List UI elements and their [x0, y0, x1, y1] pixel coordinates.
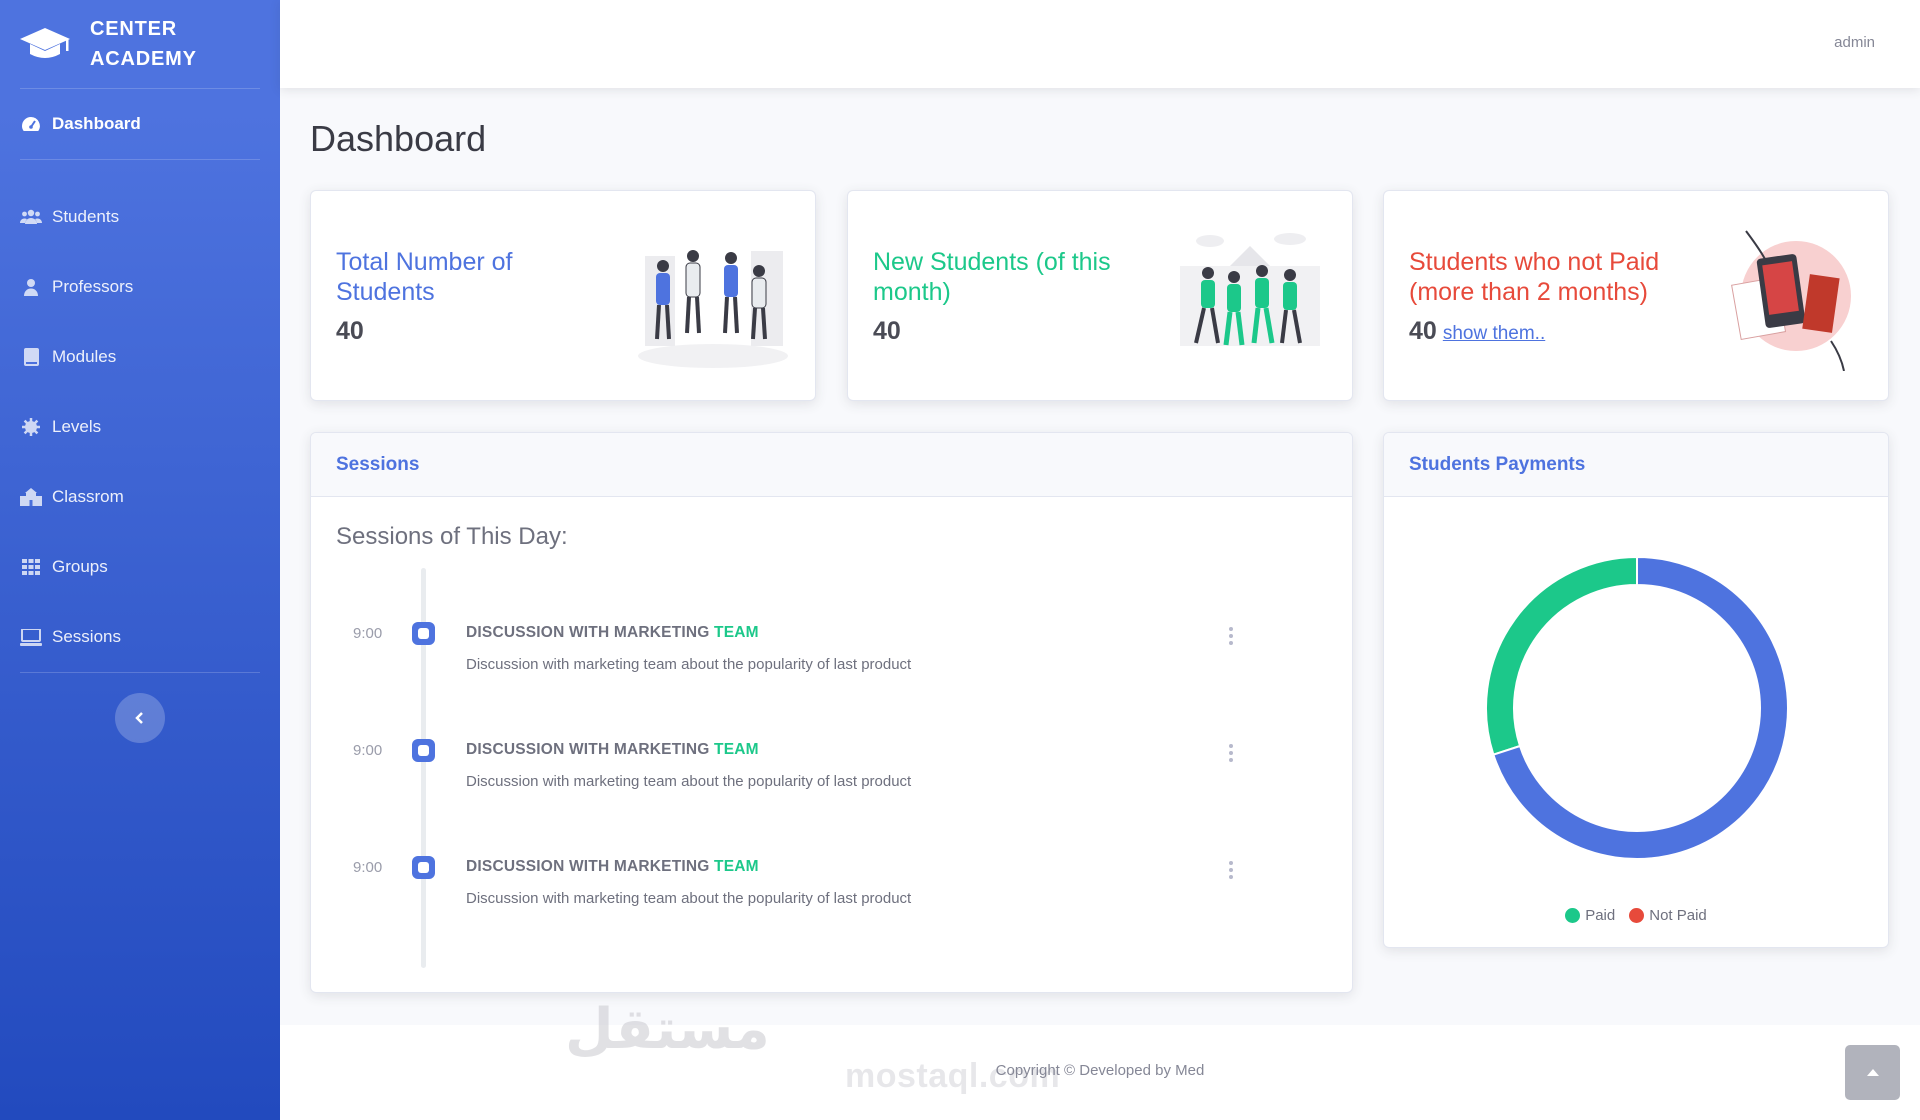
laptop-icon	[20, 626, 42, 648]
timeline-dot-icon	[412, 739, 435, 762]
tachometer-icon	[20, 113, 42, 135]
sidebar-item-students[interactable]: Students	[0, 182, 280, 252]
scroll-to-top-button[interactable]	[1845, 1045, 1900, 1100]
graduation-cap-icon	[20, 28, 70, 58]
stat-card-total-students: Total Number of Students 40	[310, 190, 816, 401]
show-them-link[interactable]: show them..	[1443, 323, 1545, 344]
timeline-item: 9:00 DISCUSSION WITH MARKETING TEAM Disc…	[311, 738, 1352, 808]
chevron-up-icon	[1866, 1068, 1879, 1076]
sidebar: CENTER ACADEMY Dashboard Students Profes…	[0, 0, 280, 1120]
footer: مستقل mostaql.com Copyright © Developed …	[280, 997, 1920, 1120]
sidebar-item-modules[interactable]: Modules	[0, 322, 280, 392]
stat-value: 40 show them..	[1409, 317, 1545, 346]
donut-slice-paid[interactable]	[1485, 555, 1638, 756]
timeline-dot-icon	[412, 856, 435, 879]
stat-value: 40	[873, 317, 901, 345]
footer-copyright: Copyright © Developed by Med	[995, 1062, 1205, 1079]
sidebar-item-label: Professors	[52, 277, 134, 296]
stat-label: Total Number of Students	[336, 248, 513, 306]
legend-dot-not-paid	[1629, 908, 1645, 923]
page-title: Dashboard	[310, 118, 487, 159]
unpaid-invoice-illustration	[1731, 230, 1851, 371]
legend-dot-paid	[1565, 908, 1581, 923]
timeline-item: 9:00 DISCUSSION WITH MARKETING TEAM Disc…	[311, 855, 1352, 925]
book-icon	[20, 346, 42, 368]
sidebar-item-label: Levels	[52, 417, 102, 436]
sidebar-item-label: Dashboard	[52, 114, 141, 133]
legend-label: Paid	[1585, 907, 1616, 924]
legend-label: Not Paid	[1649, 907, 1707, 924]
sessions-subtitle: Sessions of This Day:	[336, 523, 568, 550]
stat-card-not-paid: Students who not Paid (more than 2 month…	[1383, 190, 1889, 401]
session-title-text: DISCUSSION WITH MARKETING	[466, 858, 710, 875]
chevron-left-icon	[135, 712, 143, 724]
grid-icon	[20, 556, 42, 578]
session-title: DISCUSSION WITH MARKETING TEAM	[466, 624, 759, 642]
session-time: 9:00	[353, 859, 383, 876]
session-title: DISCUSSION WITH MARKETING TEAM	[466, 858, 759, 876]
sessions-card-header: Sessions	[311, 433, 1352, 497]
payments-card-header: Students Payments	[1384, 433, 1888, 497]
user-icon	[20, 276, 42, 298]
brand-line2: ACADEMY	[90, 48, 197, 70]
sidebar-item-label: Sessions	[52, 627, 121, 646]
legend-item-not-paid[interactable]: Not Paid	[1629, 907, 1707, 924]
cog-icon	[20, 416, 42, 438]
brand[interactable]: CENTER ACADEMY	[0, 0, 280, 88]
users-icon	[20, 206, 42, 228]
watermark-arabic: مستقل	[565, 997, 770, 1062]
session-title-highlight: TEAM	[714, 858, 759, 875]
sidebar-divider	[20, 672, 260, 673]
topbar: admin	[280, 0, 1920, 88]
stat-label: New Students (of this month)	[873, 248, 1111, 306]
students-walking-illustration	[1180, 233, 1320, 346]
chart-legend: Paid Not Paid	[1384, 907, 1888, 924]
session-title-highlight: TEAM	[714, 741, 759, 758]
session-time: 9:00	[353, 625, 383, 642]
stat-value: 40	[336, 317, 364, 345]
session-description: Discussion with marketing team about the…	[466, 890, 912, 907]
sidebar-item-label: Groups	[52, 557, 108, 576]
sidebar-item-dashboard[interactable]: Dashboard	[0, 89, 280, 159]
user-menu[interactable]: admin	[1834, 34, 1875, 51]
session-title: DISCUSSION WITH MARKETING TEAM	[466, 741, 759, 759]
sessions-card: Sessions Sessions of This Day: 9:00 DISC…	[310, 432, 1353, 993]
timeline-item: 9:00 DISCUSSION WITH MARKETING TEAM Disc…	[311, 621, 1352, 691]
session-description: Discussion with marketing team about the…	[466, 656, 912, 673]
sidebar-toggle-button[interactable]	[115, 693, 165, 743]
session-title-text: DISCUSSION WITH MARKETING	[466, 741, 710, 758]
brand-line1: CENTER	[90, 18, 178, 40]
sidebar-item-label: Students	[52, 207, 120, 226]
sidebar-item-label: Modules	[52, 347, 117, 366]
legend-item-paid[interactable]: Paid	[1565, 907, 1615, 924]
payments-card: Students Payments Paid Not Paid	[1383, 432, 1889, 948]
sidebar-item-classrom[interactable]: Classrom	[0, 462, 280, 532]
brand-name: CENTER ACADEMY	[90, 14, 197, 74]
sidebar-item-label: Classrom	[52, 487, 124, 506]
more-options-icon[interactable]	[1226, 625, 1236, 647]
session-time: 9:00	[353, 742, 383, 759]
payments-donut-chart[interactable]	[1384, 497, 1889, 897]
school-icon	[20, 486, 42, 508]
stat-value-number: 40	[1409, 317, 1437, 345]
more-options-icon[interactable]	[1226, 742, 1236, 764]
session-title-text: DISCUSSION WITH MARKETING	[466, 624, 710, 641]
sidebar-item-sessions[interactable]: Sessions	[0, 602, 280, 672]
sidebar-item-levels[interactable]: Levels	[0, 392, 280, 462]
stat-label: Students who not Paid (more than 2 month…	[1409, 248, 1660, 306]
students-group-illustration	[638, 250, 788, 368]
session-description: Discussion with marketing team about the…	[466, 773, 912, 790]
stat-card-new-students: New Students (of this month) 40	[847, 190, 1353, 401]
sidebar-item-professors[interactable]: Professors	[0, 252, 280, 322]
session-title-highlight: TEAM	[714, 624, 759, 641]
timeline-dot-icon	[412, 622, 435, 645]
more-options-icon[interactable]	[1226, 859, 1236, 881]
sidebar-item-groups[interactable]: Groups	[0, 532, 280, 602]
